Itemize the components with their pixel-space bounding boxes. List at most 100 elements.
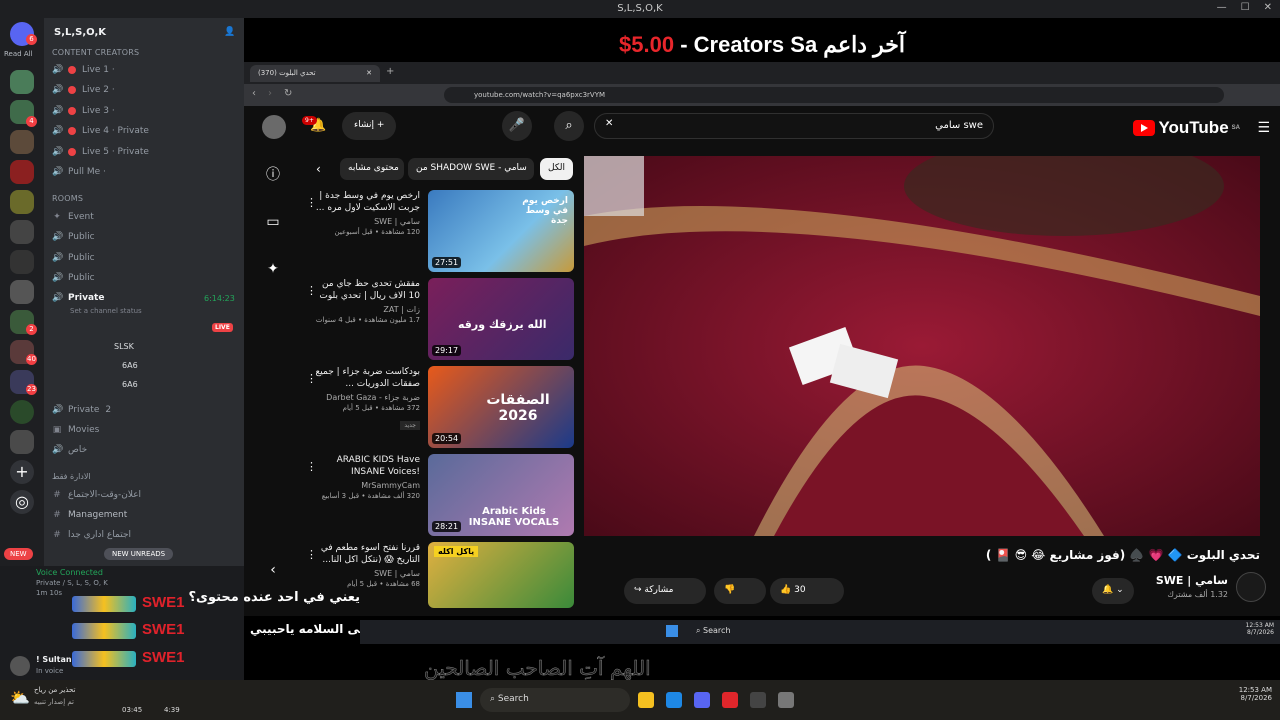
taskbar-clock[interactable]: 12:53 AM 8/7/2026 [1239,686,1272,702]
voice-member[interactable]: 6A6 [122,380,138,389]
app-icon[interactable] [750,692,766,708]
voice-member[interactable]: 6A6 [122,361,138,370]
app-icon[interactable] [722,692,738,708]
channel-public[interactable]: 🔊 Public [52,229,95,245]
video-thumbnail[interactable]: Arabic Kids INSANE VOCALS 28:21 [428,454,574,536]
chip-all[interactable]: الكل [540,158,574,180]
channel-pull-me[interactable]: 🔊 Pull Me · [52,164,106,180]
channel-live-3[interactable]: 🔊 Live 3 · [52,103,115,119]
video-thumbnail[interactable]: الله يرزقك ورقه 29:17 [428,278,574,360]
voice-channel-label[interactable]: Private / S, L, S, O, K [36,579,108,587]
rec-item[interactable]: ⋮ بودكاست ضربة جزاء | جميع صفقات الدوريا… [304,366,574,448]
chip-from-channel[interactable]: من SHADOW SWE - سامي [408,158,534,180]
minimize-icon[interactable]: — [1217,2,1227,13]
video-player[interactable] [584,156,1260,536]
chips-prev-icon[interactable]: ‹ [316,162,321,176]
add-server-icon[interactable]: + [10,460,34,484]
weather-text[interactable]: تحذير من رياح [34,686,75,694]
new-unreads-pill[interactable]: NEW UNREADS [104,548,174,560]
channel-public[interactable]: 🔊 Public [52,250,95,266]
server-icon[interactable] [10,250,34,274]
avatar[interactable] [262,115,286,139]
channel-avatar[interactable] [1236,572,1266,602]
user-name[interactable]: ! Sultan [36,655,72,664]
info-icon[interactable]: ⓘ [262,164,284,186]
voice-timer: 6:14:23 [204,294,235,303]
channel-admin-announce[interactable]: # اعلان-وقت-الاجتماع [52,487,141,503]
server-icon[interactable] [10,130,34,154]
taskbar-search-box[interactable]: ⌕ Search [480,688,630,712]
channel-admin-meeting[interactable]: # اجتماع اداري جدا [52,527,131,543]
channel-public[interactable]: 🔊 Public [52,270,95,286]
video-thumbnail[interactable]: ياكل اكله [428,542,574,608]
taskbar-clock[interactable]: 12:53 AM 8/7/2026 [1246,622,1274,636]
channel-name[interactable]: سامي | SWE [1156,574,1228,587]
collapse-icon[interactable]: ‹ [262,562,284,584]
chip-related[interactable]: محتوى مشابه [340,158,404,180]
like-icon[interactable]: 👍 [780,585,791,595]
server-name[interactable]: S,L,S,O,K [54,27,106,38]
maximize-icon[interactable]: ☐ [1241,2,1250,13]
forward-icon[interactable]: › [268,88,272,99]
reload-icon[interactable]: ↻ [284,88,292,99]
youtube-logo[interactable]: YouTube SA [1133,118,1240,138]
browser-tab[interactable]: (370) تحدي البلوت ✕ [250,65,380,82]
channel-event[interactable]: ✦ Event [52,209,94,225]
edge-icon[interactable] [666,692,682,708]
channel-status-link[interactable]: Set a channel status [70,307,142,315]
voice-member[interactable]: SLSK [114,342,134,351]
category-rooms[interactable]: ROOMS [52,194,83,203]
category-admin[interactable]: الادارة فقط [52,472,91,481]
like-dislike-group[interactable]: 👍 30 [770,578,844,604]
rec-item[interactable]: ⋮ ارخص يوم في وسط جدة | جربت الاسكيت لاو… [304,190,574,272]
share-button[interactable]: ↪ مشاركة [624,578,706,604]
avatar[interactable] [10,656,30,676]
taskbar-search[interactable]: ⌕ Search [696,626,731,636]
close-icon[interactable]: ✕ [1264,2,1272,13]
create-button[interactable]: إنشاء + [342,112,397,140]
server-icon[interactable] [10,160,34,184]
windows-icon[interactable] [456,692,472,708]
weather-icon[interactable]: ⛅ [10,688,30,707]
subscribed-button[interactable]: 🔔 ⌄ [1092,578,1134,604]
channel-live-2[interactable]: 🔊 Live 2 · [52,82,115,98]
video-thumbnail[interactable]: ارخص يوم في وسط جدة 27:51 [428,190,574,272]
read-all-button[interactable]: Read All [4,50,33,58]
channel-live-4[interactable]: 🔊 Live 4 · Private [52,123,149,139]
server-icon[interactable] [10,70,34,94]
server-icon[interactable] [10,220,34,244]
windows-icon[interactable] [666,625,678,637]
video-thumbnail[interactable]: الصفقات 2026 20:54 [428,366,574,448]
rec-item[interactable]: ⋮ ARABIC KIDS Have INSANE Voices! MrSamm… [304,454,574,536]
address-bar[interactable]: youtube.com/watch?v=qa6pxc3rVYM [444,87,1224,103]
search-input[interactable]: سامي swe ✕ [594,113,994,139]
channel-live-5[interactable]: 🔊 Live 5 · Private [52,144,149,160]
clear-icon[interactable]: ✕ [605,118,613,129]
dislike-button[interactable]: 👎 [714,578,766,604]
channel-live-1[interactable]: 🔊 Live 1 · [52,62,115,78]
server-icon[interactable] [10,280,34,304]
obs-icon[interactable] [778,692,794,708]
channel-private-2[interactable]: 🔊 Private 2 [52,402,111,418]
search-icon[interactable]: ⌕ [554,111,584,141]
chat-icon[interactable]: ▭ [262,214,284,236]
tab-close-icon[interactable]: ✕ [366,69,372,77]
category-content-creators[interactable]: CONTENT CREATORS [52,48,139,57]
add-member-icon[interactable]: 👤 [224,27,235,37]
channel-private-active[interactable]: 🔊 Private [52,290,104,306]
server-icon[interactable] [10,430,34,454]
explorer-icon[interactable] [638,692,654,708]
new-tab-icon[interactable]: + [386,66,394,77]
discord-icon[interactable] [694,692,710,708]
back-icon[interactable]: ‹ [252,88,256,99]
sparkle-icon[interactable]: ✦ [262,261,284,283]
channel-movies[interactable]: ▣ Movies [52,422,100,438]
server-icon[interactable] [10,400,34,424]
hamburger-icon[interactable]: ☰ [1257,120,1270,136]
explore-icon[interactable]: ◎ [10,490,34,514]
channel-management[interactable]: # Management [52,507,127,523]
server-icon[interactable] [10,190,34,214]
channel-khas[interactable]: 🔊 خاص [52,442,87,458]
mic-icon[interactable]: 🎤 [502,111,532,141]
rec-item[interactable]: ⋮ مفقش تحدى حظ جاي من 10 الاف ريال | تحد… [304,278,574,360]
